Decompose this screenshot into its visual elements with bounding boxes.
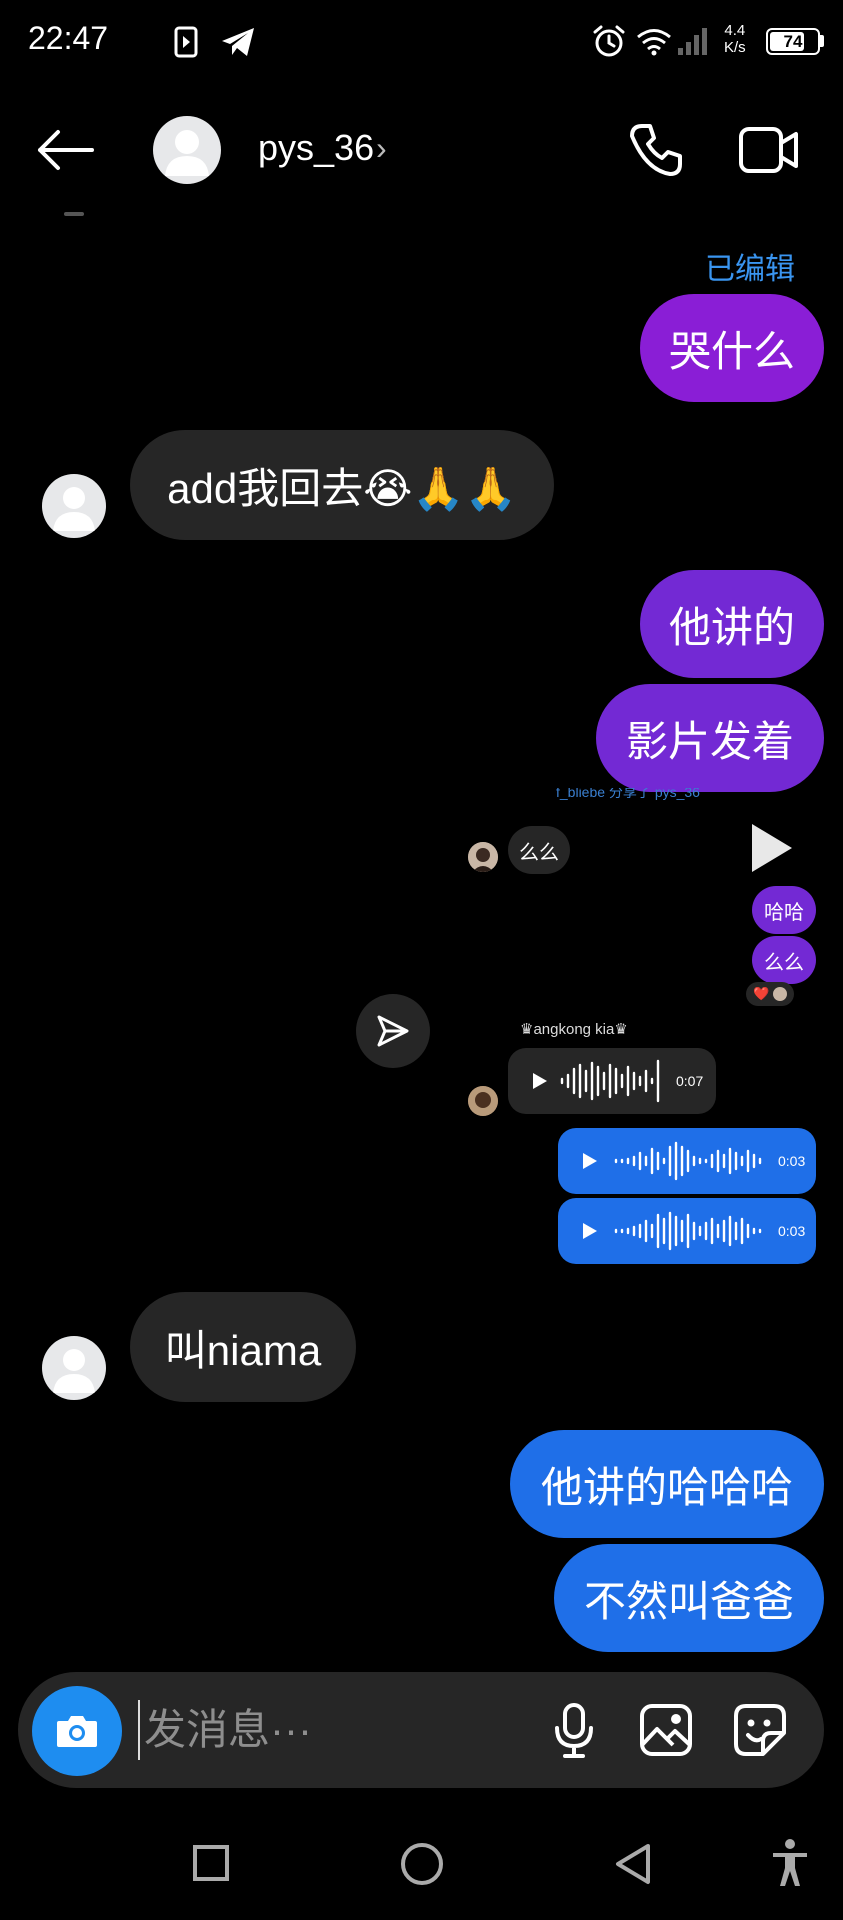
net-speed: 4.4 K/s [724,22,746,56]
chevron-right-icon[interactable]: › [376,130,387,167]
sticker-button[interactable] [730,1700,790,1760]
gallery-button[interactable] [636,1700,696,1760]
back-arrow-icon[interactable] [36,128,94,172]
play-icon[interactable] [532,1072,548,1090]
camera-button[interactable] [32,1686,122,1776]
message-bubble-sent[interactable]: 他讲的 [640,570,824,678]
message-bubble-received[interactable]: add我回去😭🙏🙏 [130,430,554,540]
waveform [614,1211,762,1251]
message-bubble-sent[interactable]: 影片发着 [596,684,824,792]
waveform [614,1141,762,1181]
phone-icon[interactable] [628,122,684,178]
message-bubble-received[interactable]: 叫niama [130,1292,356,1402]
avatar [42,474,106,538]
telegram-icon [222,28,254,56]
message-input[interactable] [138,1700,518,1760]
battery-level: 74 [783,32,803,51]
voice-message-sent[interactable]: 0:03 [558,1128,816,1194]
heart-reaction: ❤️ [753,986,770,1001]
voice-sender-name: ♛angkong kia♛ [520,1021,628,1038]
camera-icon [57,1716,97,1747]
battery-nub [820,35,824,47]
voice-message-received[interactable]: 0:07 [508,1048,716,1114]
wifi-icon [637,29,671,56]
microphone-button[interactable] [546,1700,602,1760]
avatar [468,842,498,872]
sticker-icon [734,1704,786,1756]
voice-duration: 0:07 [676,1073,704,1089]
voice-duration: 0:03 [778,1223,806,1239]
accessibility-icon[interactable] [770,1838,810,1888]
status-time: 22:47 [28,20,109,56]
reaction-badge[interactable]: ❤️ [746,982,794,1006]
message-bubble-sent[interactable]: 哈哈 [752,886,816,934]
message-bubble-sent[interactable]: 么么 [752,936,816,984]
share-button[interactable] [356,994,430,1068]
scrolled-fragment [64,212,84,216]
video-app-icon [174,26,198,58]
signal-icon [678,28,707,55]
avatar [42,1336,106,1400]
edited-label: 已编辑 [705,253,795,286]
video-call-icon[interactable] [738,126,800,174]
waveform [560,1059,660,1103]
back-triangle-icon[interactable] [614,1842,652,1886]
net-speed-unit: K/s [724,39,746,56]
avatar[interactable] [153,116,221,184]
shared-header: f_bliebe 分享了 pys_36 [556,788,700,800]
microphone-icon [555,1703,593,1758]
recents-square-icon[interactable] [192,1844,230,1882]
play-icon[interactable] [582,1152,598,1170]
avatar [772,987,787,1001]
voice-message-sent[interactable]: 0:03 [558,1198,816,1264]
avatar [468,1086,498,1116]
play-icon[interactable] [582,1222,598,1240]
message-bubble-received[interactable]: 么么 [508,826,570,874]
send-icon [377,1015,409,1047]
battery-icon: 74 [766,28,820,55]
play-icon[interactable] [748,820,796,876]
voice-duration: 0:03 [778,1153,806,1169]
message-bubble-sent[interactable]: 哭什么 [640,294,824,402]
image-icon [640,1704,692,1756]
net-speed-value: 4.4 [724,22,746,39]
chat-username[interactable]: pys_36 [258,127,374,169]
message-bubble-sent[interactable]: 他讲的哈哈哈 [510,1430,824,1538]
message-bubble-sent[interactable]: 不然叫爸爸 [554,1544,824,1652]
home-circle-icon[interactable] [400,1842,444,1886]
alarm-icon [593,25,625,57]
